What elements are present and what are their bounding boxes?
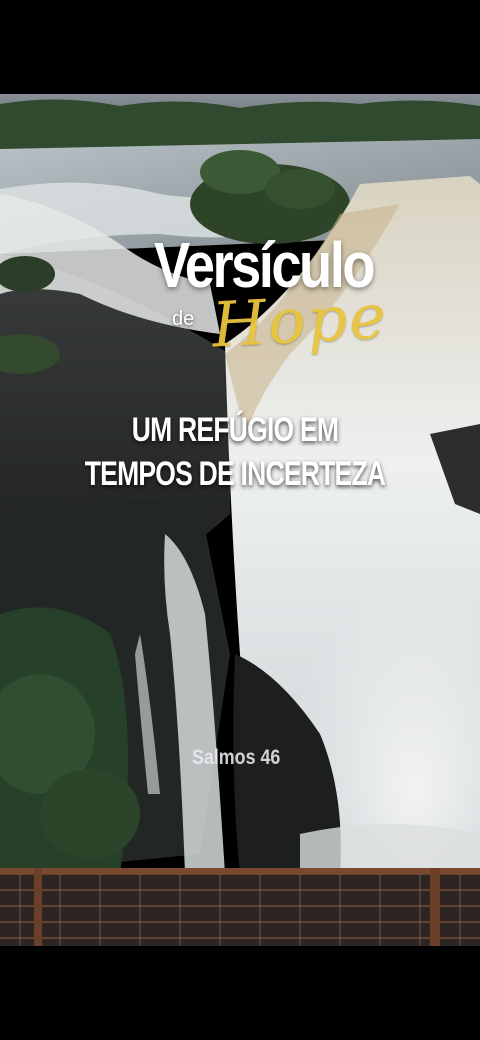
video-frame bbox=[0, 94, 480, 946]
subtitle: UM REFÚGIO EM TEMPOS DE INCERTEZA bbox=[84, 411, 386, 493]
waterfall-scene bbox=[0, 94, 480, 946]
connector-de: de bbox=[172, 308, 195, 330]
script-hope: Hope bbox=[210, 279, 390, 362]
scripture-reference: Salmos 46 bbox=[192, 746, 281, 769]
